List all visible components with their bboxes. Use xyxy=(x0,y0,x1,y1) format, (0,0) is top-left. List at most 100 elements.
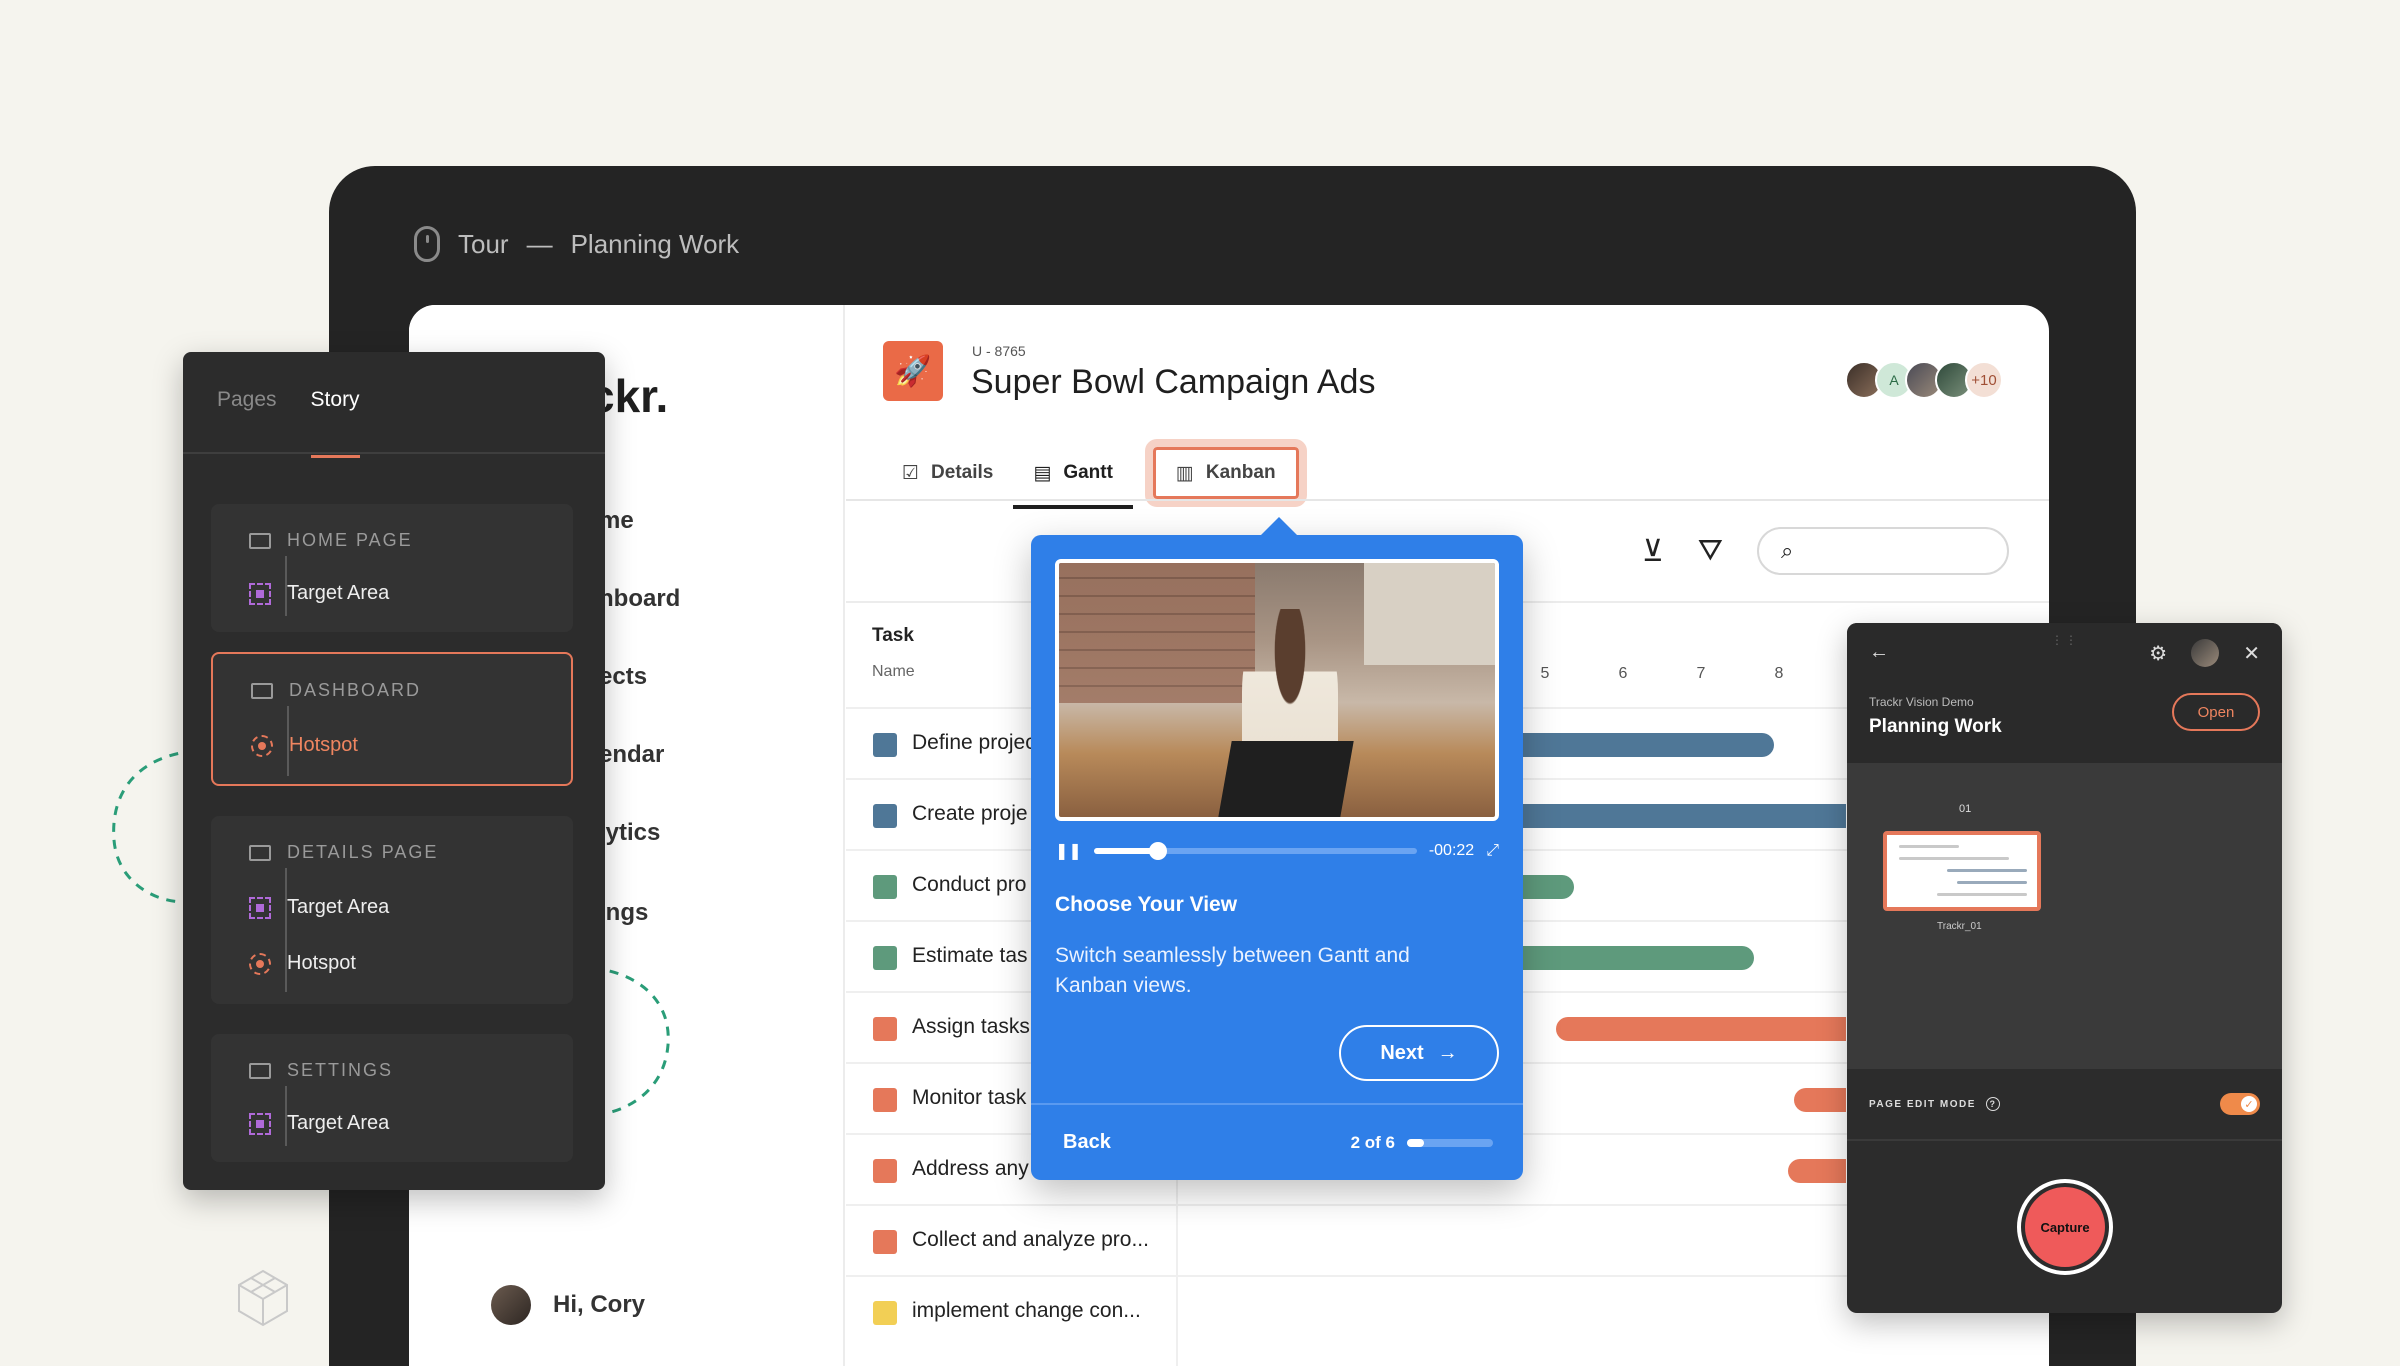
monitor-icon xyxy=(249,1062,271,1079)
filter-icon[interactable]: ⛛ xyxy=(1698,534,1723,568)
page-thumbnail[interactable] xyxy=(1883,831,2041,911)
group-title-label: DETAILS PAGE xyxy=(287,842,439,862)
project-title: Super Bowl Campaign Ads xyxy=(971,363,1376,401)
story-group-title: HOME PAGE xyxy=(249,530,413,551)
demo-title: Planning Work xyxy=(1869,716,2002,737)
tab-story[interactable]: Story xyxy=(310,388,360,458)
back-arrow-icon[interactable]: ← xyxy=(1869,641,1889,664)
project-id: U - 8765 xyxy=(972,343,1026,359)
drag-handle-icon[interactable]: ⋮⋮ xyxy=(2051,633,2079,647)
story-group-home[interactable]: HOME PAGE Target Area xyxy=(211,504,573,632)
back-button[interactable]: Back xyxy=(1063,1131,1111,1154)
step-counter: 2 of 6 xyxy=(1350,1133,1395,1152)
toolbar: ⊻ ⛛ ⌕ xyxy=(1642,527,2009,575)
nav-item-dashboard[interactable]: hboard xyxy=(599,585,680,613)
rocket-icon: 🚀 xyxy=(883,341,943,401)
view-tabs: ☑ Details ▤ Gantt ▥ Kanban xyxy=(882,439,1307,509)
search-icon: ⌕ xyxy=(1781,538,1794,563)
tab-pages[interactable]: Pages xyxy=(217,388,277,412)
task-color xyxy=(873,733,897,757)
video-laptop xyxy=(1217,740,1354,817)
group-title-label: SETTINGS xyxy=(287,1060,394,1080)
gantt-bar[interactable] xyxy=(1486,733,1774,757)
thumbnail-label: Trackr_01 xyxy=(1937,921,1982,932)
gantt-bar[interactable] xyxy=(1486,804,1846,828)
nav-item-calendar[interactable]: endar xyxy=(599,741,664,769)
member-avatars[interactable]: A +10 xyxy=(1845,361,2003,399)
expand-icon[interactable]: ⤢ xyxy=(1486,842,1499,860)
arrow-right-icon: → xyxy=(1437,1041,1458,1064)
avatar[interactable] xyxy=(2191,639,2220,667)
demo-panel-actions: ⚙ ✕ xyxy=(2149,639,2260,667)
task-name: implement change con... xyxy=(912,1299,1141,1322)
video-progress-knob[interactable] xyxy=(1149,842,1168,860)
tab-gantt[interactable]: ▤ Gantt xyxy=(1013,445,1133,509)
demo-divider xyxy=(1847,1139,2282,1141)
tour-video[interactable] xyxy=(1055,559,1499,821)
story-tabs: Pages Story xyxy=(217,388,360,458)
thumb-number: 01 xyxy=(1959,803,1972,815)
next-button[interactable]: Next → xyxy=(1339,1025,1499,1081)
step-progress-fill xyxy=(1407,1139,1425,1147)
group-title-label: DASHBOARD xyxy=(289,680,422,700)
user-greeting[interactable]: Hi, Cory xyxy=(491,1285,645,1325)
story-group-settings[interactable]: SETTINGS Target Area xyxy=(211,1034,573,1162)
story-item-hotspot[interactable]: Hotspot xyxy=(249,952,356,975)
next-button-label: Next xyxy=(1380,1041,1424,1064)
story-group-title: SETTINGS xyxy=(249,1060,393,1081)
help-icon[interactable]: ? xyxy=(1985,1097,2000,1111)
nav-item-projects[interactable]: ects xyxy=(599,663,647,691)
gantt-bar[interactable] xyxy=(1794,1088,1846,1112)
tab-kanban[interactable]: ▥ Kanban xyxy=(1144,439,1307,507)
app-logo-icon xyxy=(238,1269,288,1327)
task-color xyxy=(873,875,897,899)
day-label: 7 xyxy=(1696,665,1706,682)
task-name: Create proje xyxy=(912,802,1028,825)
task-subheader: Name xyxy=(872,663,915,680)
story-group-dashboard[interactable]: DASHBOARD Hotspot xyxy=(211,652,573,786)
pause-icon[interactable]: ❚❚ xyxy=(1055,841,1082,861)
edit-mode-toggle[interactable] xyxy=(2220,1093,2260,1115)
video-progress-track[interactable] xyxy=(1093,842,1417,860)
download-icon[interactable]: ⊻ xyxy=(1642,534,1664,569)
task-name: Monitor task xyxy=(912,1086,1027,1109)
story-item-target[interactable]: Target Area xyxy=(249,896,389,919)
nav-item-analytics[interactable]: lytics xyxy=(599,819,660,847)
search-input[interactable]: ⌕ xyxy=(1757,527,2009,575)
gear-icon[interactable]: ⚙ xyxy=(2149,641,2167,666)
video-time: -00:22 xyxy=(1428,842,1475,859)
story-item-target[interactable]: Target Area xyxy=(249,582,389,605)
tour-step-title: Choose Your View xyxy=(1055,893,1238,916)
video-frame-art xyxy=(1364,563,1495,665)
tab-kanban-label: Kanban xyxy=(1205,462,1276,483)
nav-item-settings[interactable]: ings xyxy=(599,899,648,927)
story-group-title: DASHBOARD xyxy=(251,680,421,701)
target-area-icon xyxy=(249,582,271,605)
target-area-icon xyxy=(249,1112,271,1135)
task-name: Define projec xyxy=(912,731,1036,754)
story-group-details[interactable]: DETAILS PAGE Target Area Hotspot xyxy=(211,816,573,1004)
story-item-label: Hotspot xyxy=(287,952,356,974)
popup-divider xyxy=(1031,1103,1523,1105)
task-color xyxy=(873,1230,897,1254)
target-area-icon xyxy=(249,896,271,919)
gantt-bar[interactable] xyxy=(1486,946,1754,970)
tab-details[interactable]: ☑ Details xyxy=(882,445,1013,501)
capture-button[interactable]: Capture xyxy=(2017,1179,2113,1275)
hotspot-icon xyxy=(251,734,273,757)
task-color xyxy=(873,1088,897,1112)
story-item-target[interactable]: Target Area xyxy=(249,1112,389,1135)
open-button[interactable]: Open xyxy=(2172,693,2260,731)
close-icon[interactable]: ✕ xyxy=(2243,641,2260,666)
extra-members-count: +10 xyxy=(1965,361,2003,399)
task-name: Estimate tas xyxy=(912,944,1028,967)
gantt-bar[interactable] xyxy=(1788,1159,1846,1183)
video-wall xyxy=(1059,563,1256,703)
monitor-icon xyxy=(249,532,271,549)
monitor-icon xyxy=(249,844,271,861)
tab-divider xyxy=(846,499,2049,501)
task-color xyxy=(873,946,897,970)
gantt-icon: ▤ xyxy=(1033,462,1052,484)
gantt-bar[interactable] xyxy=(1556,1017,1846,1041)
story-item-hotspot[interactable]: Hotspot xyxy=(251,734,358,757)
